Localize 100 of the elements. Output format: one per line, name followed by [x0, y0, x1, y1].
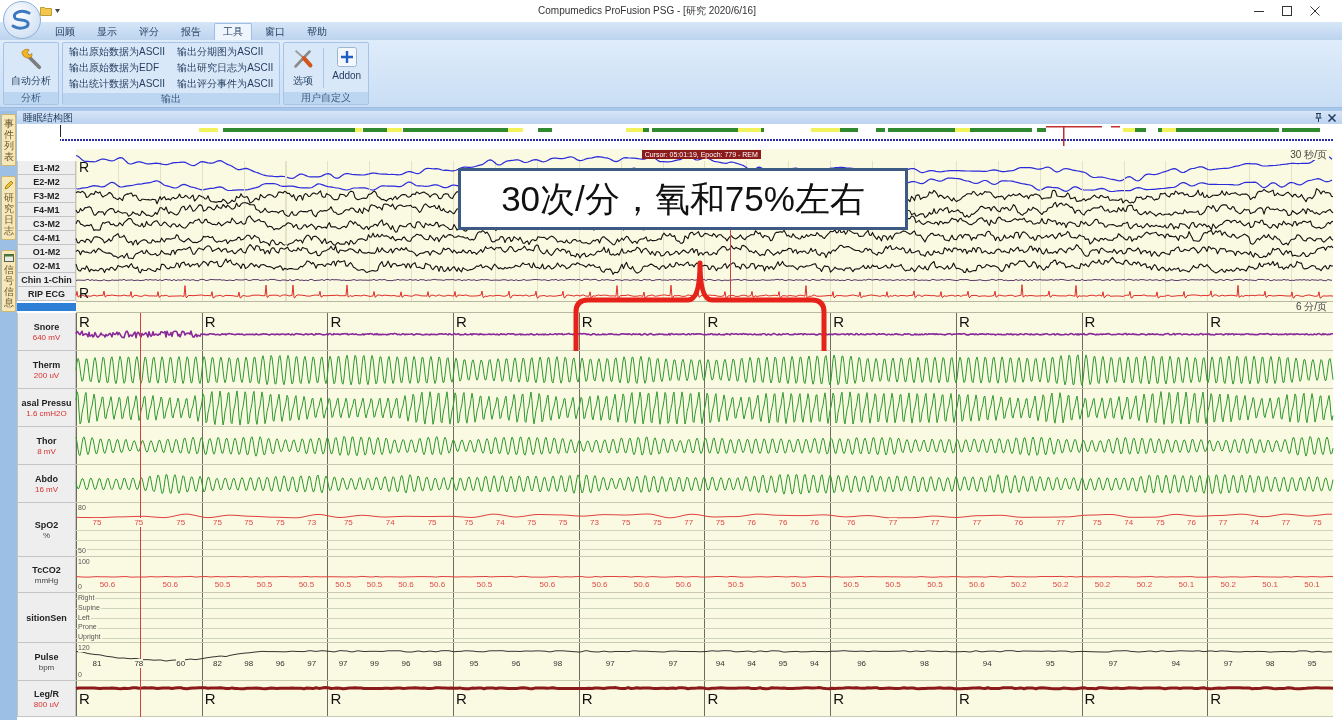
reading-value: 50.5: [298, 580, 315, 589]
epoch-marker: R: [330, 691, 342, 706]
reading-value: 73: [307, 518, 317, 527]
channel-unit: 1.6 cmH2O: [26, 408, 67, 418]
ribbon-button[interactable]: 输出研究日志为ASCII: [174, 60, 277, 76]
ribbon-tab[interactable]: 回顾: [46, 23, 84, 40]
close-icon[interactable]: [1310, 6, 1320, 16]
reading-value: 82: [212, 659, 222, 668]
channel-name: sitionSen: [26, 612, 67, 623]
side-tab[interactable]: 信号信息: [1, 250, 16, 312]
ribbon-button[interactable]: 输出评分事件为ASCII: [174, 76, 277, 92]
reading-value: 95: [469, 659, 479, 668]
window-title: Compumedics ProFusion PSG - [研究 2020/6/16]: [537, 4, 757, 18]
ribbon-button[interactable]: 输出统计数据为ASCII: [66, 76, 169, 92]
stage-bar: [199, 128, 218, 132]
ribbon-tab[interactable]: 窗口: [256, 23, 294, 40]
channel-unit: 200 uV: [33, 370, 60, 380]
channel-unit: 16 mV: [34, 484, 59, 494]
reading-value: 50.5: [214, 580, 231, 589]
epoch-marker: R: [958, 314, 970, 329]
annotation-callout: 30次/分，氧和75%左右: [458, 168, 908, 230]
channel-name: O2-M1: [32, 260, 61, 271]
ribbon-button[interactable]: 输出分期图为ASCII: [174, 44, 277, 60]
reading-value: 75: [558, 518, 568, 527]
ribbon-button[interactable]: 选项: [287, 44, 320, 91]
reading-value: 50.1: [1262, 580, 1278, 589]
reading-value: 75: [715, 518, 725, 527]
side-tab[interactable]: 研究日志: [1, 176, 16, 240]
reading-value: 50.6: [591, 580, 608, 589]
reading-value: 77: [684, 518, 694, 527]
epoch-marker: R: [330, 314, 342, 329]
reading-value: 74: [1249, 518, 1259, 527]
epoch-marker: R: [456, 691, 467, 706]
reading-value: 76: [778, 518, 788, 527]
plus-icon: [336, 47, 357, 67]
reading-value: 94: [715, 659, 725, 668]
close-icon[interactable]: [1328, 113, 1336, 122]
channel-name: F4-M1: [33, 204, 60, 215]
splitter-bar[interactable]: [17, 301, 76, 313]
channel-unit: mmHg: [34, 575, 59, 585]
ribbon-button[interactable]: Addon: [328, 44, 366, 91]
ribbon-tab[interactable]: 报告: [172, 23, 210, 40]
reading-value: 94: [810, 659, 819, 668]
reading-value: 97: [338, 659, 348, 668]
reading-value: 50.2: [1052, 580, 1069, 589]
reading-value: 50.2: [1136, 580, 1153, 589]
channel-unit: bpm: [38, 662, 55, 672]
reading-value: 50.5: [728, 580, 744, 589]
channel-name: Therm: [32, 359, 61, 370]
reading-value: 50.5: [256, 580, 273, 589]
ribbon-tab[interactable]: 工具: [214, 23, 252, 40]
reading-value: 96: [401, 659, 411, 668]
reading-value: 50.5: [885, 580, 901, 589]
reading-value: 77: [1056, 518, 1066, 527]
maximize-icon[interactable]: [1282, 6, 1292, 16]
ribbon-button[interactable]: 输出原始数据为ASCII: [66, 44, 169, 60]
epoch-marker: R: [833, 314, 845, 329]
pencil-icon: [3, 180, 14, 190]
epoch-marker: R: [79, 286, 90, 300]
channel-name: E2-M2: [33, 176, 60, 187]
caret-icon[interactable]: [55, 9, 60, 13]
reading-value: 75: [1155, 518, 1165, 527]
ribbon-tab[interactable]: 显示: [88, 23, 126, 40]
reading-value: 60: [176, 659, 186, 668]
reading-value: 97: [1223, 659, 1233, 668]
epoch-marker: R: [581, 691, 593, 706]
side-tab[interactable]: 事件列表: [1, 114, 16, 166]
reading-value: 76: [810, 518, 819, 527]
pin-icon[interactable]: [1315, 113, 1322, 122]
stage-bar: [876, 128, 885, 132]
reading-value: 94: [1171, 659, 1181, 668]
reading-value: 75: [92, 518, 102, 527]
channel-name: E1-M2: [33, 162, 60, 173]
reading-value: 75: [527, 518, 537, 527]
channel-name: F3-M2: [33, 190, 60, 201]
epoch-marker: R: [79, 160, 90, 174]
channel-unit: 640 mV: [32, 332, 61, 342]
reading-value: 50.6: [162, 580, 179, 589]
epoch-marker: R: [1210, 691, 1222, 706]
reading-value: 75: [427, 518, 437, 527]
ribbon-button[interactable]: 输出原始数据为EDF: [66, 60, 169, 76]
reading-value: 73: [590, 518, 599, 527]
ribbon-tab[interactable]: 帮助: [298, 23, 336, 40]
epoch-marker: R: [833, 691, 845, 706]
reading-value: 95: [778, 659, 788, 668]
panel-title: 睡眠结构图: [23, 111, 74, 124]
stage-bar: [1282, 128, 1320, 132]
reading-value: 96: [511, 659, 521, 668]
channel-name: O1-M2: [32, 246, 61, 257]
reading-value: 75: [1312, 518, 1322, 527]
app-menu-button[interactable]: [3, 1, 41, 39]
reading-value: 75: [176, 518, 186, 527]
reading-value: 50.5: [843, 580, 859, 589]
reading-value: 75: [343, 518, 353, 527]
reading-value: 77: [1281, 518, 1291, 527]
reading-value: 50.2: [1010, 580, 1027, 589]
ribbon-button[interactable]: 自动分析: [7, 44, 55, 91]
reading-value: 98: [432, 659, 442, 668]
channel-name: C3-M2: [33, 218, 60, 229]
ribbon-tab[interactable]: 评分: [130, 23, 168, 40]
